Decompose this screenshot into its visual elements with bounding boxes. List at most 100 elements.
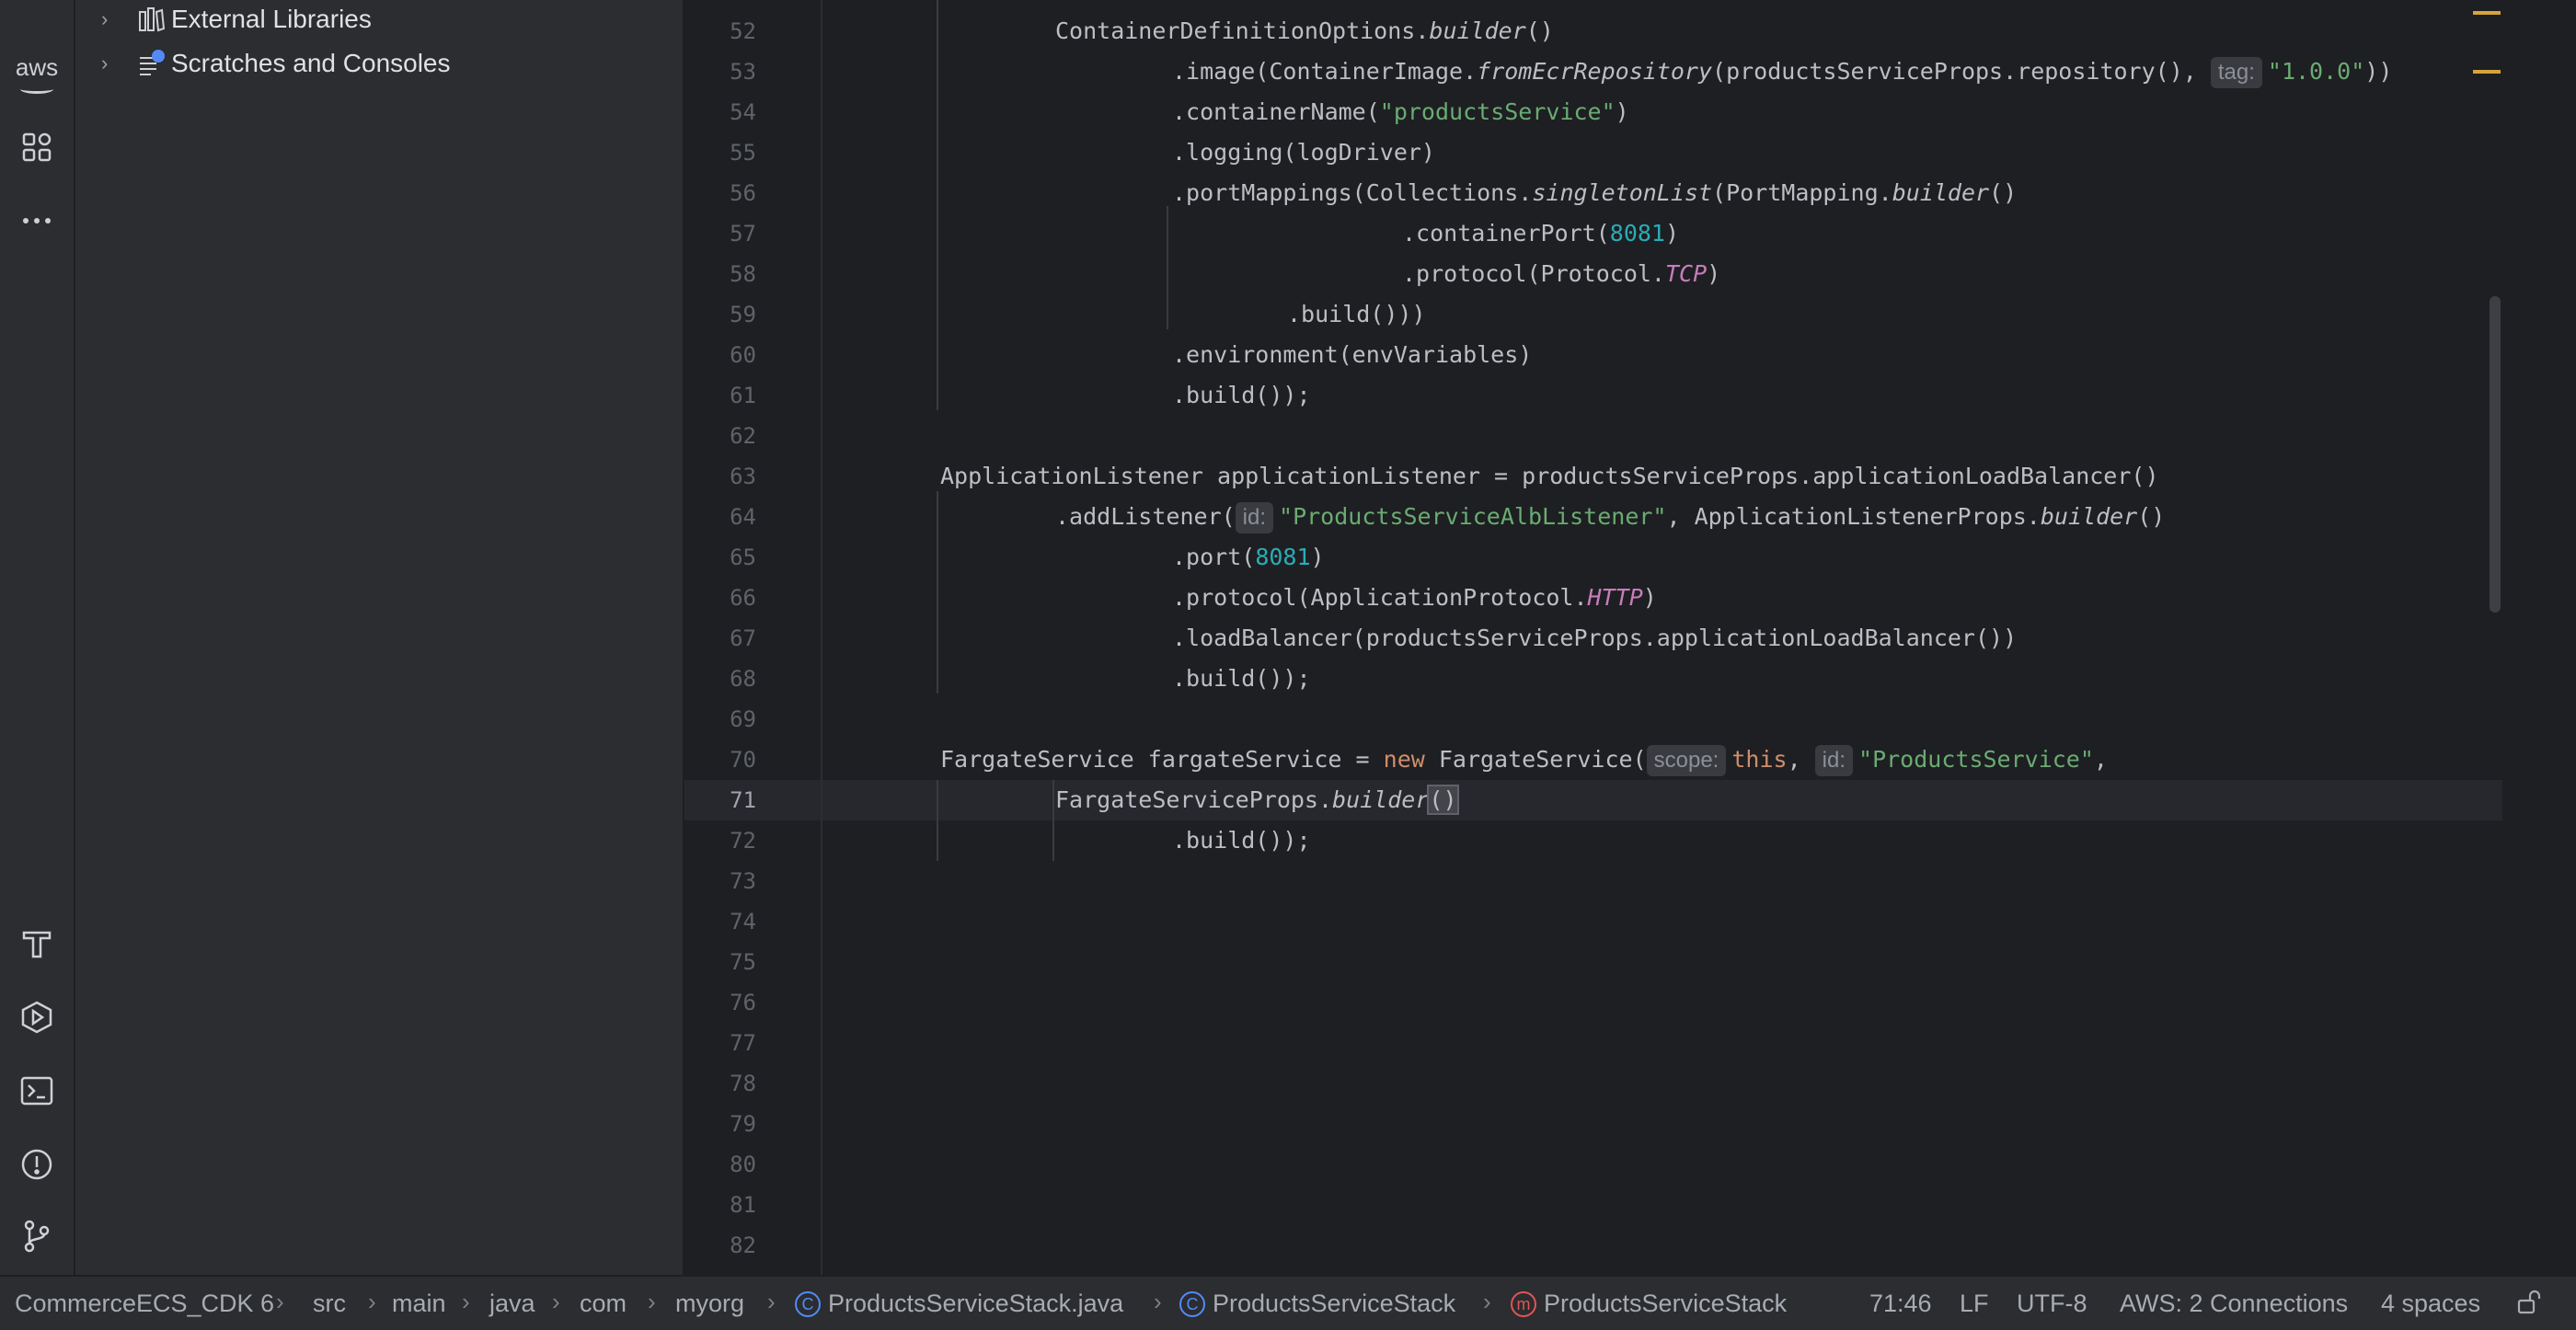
- line-number[interactable]: 71: [684, 780, 756, 820]
- indent-guide: [1052, 780, 1054, 861]
- code-line-65[interactable]: .port(8081): [1172, 537, 1325, 578]
- code-line-54[interactable]: .containerName("productsService"): [1172, 92, 1629, 132]
- indent-guide: [1167, 206, 1168, 329]
- indent-setting[interactable]: 4 spaces: [2381, 1290, 2480, 1318]
- breadcrumb-project[interactable]: CommerceECS_CDK 6: [15, 1290, 274, 1318]
- line-separator[interactable]: LF: [1960, 1290, 1989, 1318]
- code-line-61[interactable]: .build());: [1172, 375, 1311, 416]
- line-number[interactable]: 62: [684, 416, 756, 456]
- editor-scrollbar[interactable]: [2490, 296, 2501, 613]
- line-number[interactable]: 81: [684, 1185, 756, 1225]
- chevron-right-icon: ›: [767, 1288, 776, 1315]
- line-number[interactable]: 58: [684, 254, 756, 294]
- indent-guide: [937, 780, 938, 861]
- line-number[interactable]: 65: [684, 537, 756, 578]
- breadcrumb-com[interactable]: com: [580, 1290, 627, 1318]
- aws-connections[interactable]: AWS: 2 Connections: [2120, 1290, 2348, 1318]
- class-icon: C: [1179, 1290, 1205, 1317]
- line-number[interactable]: 67: [684, 618, 756, 659]
- line-number[interactable]: 74: [684, 901, 756, 942]
- line-number[interactable]: 72: [684, 820, 756, 861]
- breadcrumb-java[interactable]: java: [489, 1290, 535, 1318]
- line-number[interactable]: 53: [684, 52, 756, 92]
- code-line-55[interactable]: .logging(logDriver): [1172, 132, 1435, 173]
- code-line-70[interactable]: FargateService fargateService = new Farg…: [940, 740, 2108, 780]
- terminal-icon[interactable]: [13, 1067, 61, 1115]
- tree-item-label: External Libraries: [171, 5, 372, 33]
- chevron-right-icon: ›: [462, 1288, 470, 1315]
- chevron-right-icon[interactable]: ›: [101, 52, 108, 75]
- line-number[interactable]: 56: [684, 173, 756, 213]
- library-icon: [139, 7, 166, 32]
- structure-icon[interactable]: [13, 123, 61, 171]
- file-encoding[interactable]: UTF-8: [2017, 1290, 2087, 1318]
- breadcrumb-main[interactable]: main: [392, 1290, 446, 1318]
- gutter-divider: [821, 0, 822, 1275]
- code-line-58[interactable]: .protocol(Protocol.TCP): [1402, 254, 1720, 294]
- line-number[interactable]: 61: [684, 375, 756, 416]
- code-editor[interactable]: 52 53 54 55 56 57 58 59 60 61 62 63 64 65 66 67 68 69 70 71…: [684, 0, 2576, 1275]
- code-line-71[interactable]: FargateServiceProps.builder(): [1055, 780, 1459, 820]
- line-number[interactable]: 69: [684, 699, 756, 740]
- code-line-53[interactable]: .image(ContainerImage.fromEcrRepository(…: [1172, 52, 2392, 92]
- line-number[interactable]: 78: [684, 1063, 756, 1104]
- breadcrumb-myorg[interactable]: myorg: [675, 1290, 744, 1318]
- chevron-right-icon[interactable]: ›: [101, 7, 108, 31]
- line-number[interactable]: 77: [684, 1023, 756, 1063]
- problems-icon[interactable]: [13, 1141, 61, 1188]
- code-line-59[interactable]: .build())): [1287, 294, 1426, 335]
- line-number[interactable]: 59: [684, 294, 756, 335]
- project-tree-panel: › External Libraries › Scratches and Con…: [75, 0, 684, 1275]
- code-line-56[interactable]: .portMappings(Collections.singletonList(…: [1172, 173, 2017, 213]
- breadcrumb-method[interactable]: m ProductsServiceStack: [1511, 1290, 1787, 1318]
- line-number[interactable]: 54: [684, 92, 756, 132]
- breadcrumb-src[interactable]: src: [313, 1290, 346, 1318]
- line-number[interactable]: 52: [684, 11, 756, 52]
- code-line-63[interactable]: ApplicationListener applicationListener …: [940, 456, 2159, 497]
- line-number[interactable]: 75: [684, 942, 756, 982]
- code-line-72[interactable]: .build());: [1172, 820, 1311, 861]
- line-number[interactable]: 64: [684, 497, 756, 537]
- warning-marker[interactable]: [2473, 70, 2501, 74]
- line-number[interactable]: 82: [684, 1225, 756, 1266]
- code-line-68[interactable]: .build());: [1172, 659, 1311, 699]
- aws-smile-decoration: [20, 85, 53, 94]
- tree-item-external-libraries[interactable]: › External Libraries: [75, 0, 683, 40]
- line-number[interactable]: 55: [684, 132, 756, 173]
- current-line-highlight: [684, 780, 2502, 820]
- build-icon[interactable]: [13, 920, 61, 968]
- code-line-66[interactable]: .protocol(ApplicationProtocol.HTTP): [1172, 578, 1657, 618]
- chevron-right-icon: ›: [552, 1288, 560, 1315]
- line-number[interactable]: 73: [684, 861, 756, 901]
- line-number[interactable]: 66: [684, 578, 756, 618]
- run-icon[interactable]: [13, 993, 61, 1041]
- line-number[interactable]: 70: [684, 740, 756, 780]
- line-number[interactable]: 60: [684, 335, 756, 375]
- cursor-position[interactable]: 71:46: [1869, 1290, 1932, 1318]
- line-number[interactable]: 63: [684, 456, 756, 497]
- class-icon: C: [795, 1290, 821, 1317]
- inlay-hint: scope:: [1646, 745, 1727, 776]
- tree-item-scratches-and-consoles[interactable]: › Scratches and Consoles: [75, 42, 683, 85]
- code-line-67[interactable]: .loadBalancer(productsServiceProps.appli…: [1172, 618, 2017, 659]
- line-number[interactable]: 79: [684, 1104, 756, 1144]
- code-line-52[interactable]: ContainerDefinitionOptions.builder(): [1055, 11, 1554, 52]
- aws-toolkit-icon[interactable]: aws: [7, 53, 66, 82]
- warning-marker[interactable]: [2473, 11, 2501, 15]
- lock-icon[interactable]: [2515, 1288, 2545, 1324]
- line-number[interactable]: 68: [684, 659, 756, 699]
- code-line-64[interactable]: .addListener(id: "ProductsServiceAlbListe…: [1055, 497, 2165, 537]
- inlay-hint: id:: [1235, 502, 1274, 533]
- breadcrumb-file[interactable]: C ProductsServiceStack.java: [795, 1290, 1123, 1318]
- git-icon[interactable]: [13, 1212, 61, 1260]
- breadcrumb-class[interactable]: C ProductsServiceStack: [1179, 1290, 1455, 1318]
- more-icon[interactable]: [13, 197, 61, 245]
- code-line-57[interactable]: .containerPort(8081): [1402, 213, 1679, 254]
- status-bar: CommerceECS_CDK 6 › src › main › java › …: [0, 1275, 2576, 1330]
- line-number[interactable]: 57: [684, 213, 756, 254]
- line-number[interactable]: 80: [684, 1144, 756, 1185]
- chevron-right-icon: ›: [276, 1288, 284, 1315]
- code-line-60[interactable]: .environment(envVariables): [1172, 335, 1532, 375]
- chevron-right-icon: ›: [1483, 1288, 1491, 1315]
- line-number[interactable]: 76: [684, 982, 756, 1023]
